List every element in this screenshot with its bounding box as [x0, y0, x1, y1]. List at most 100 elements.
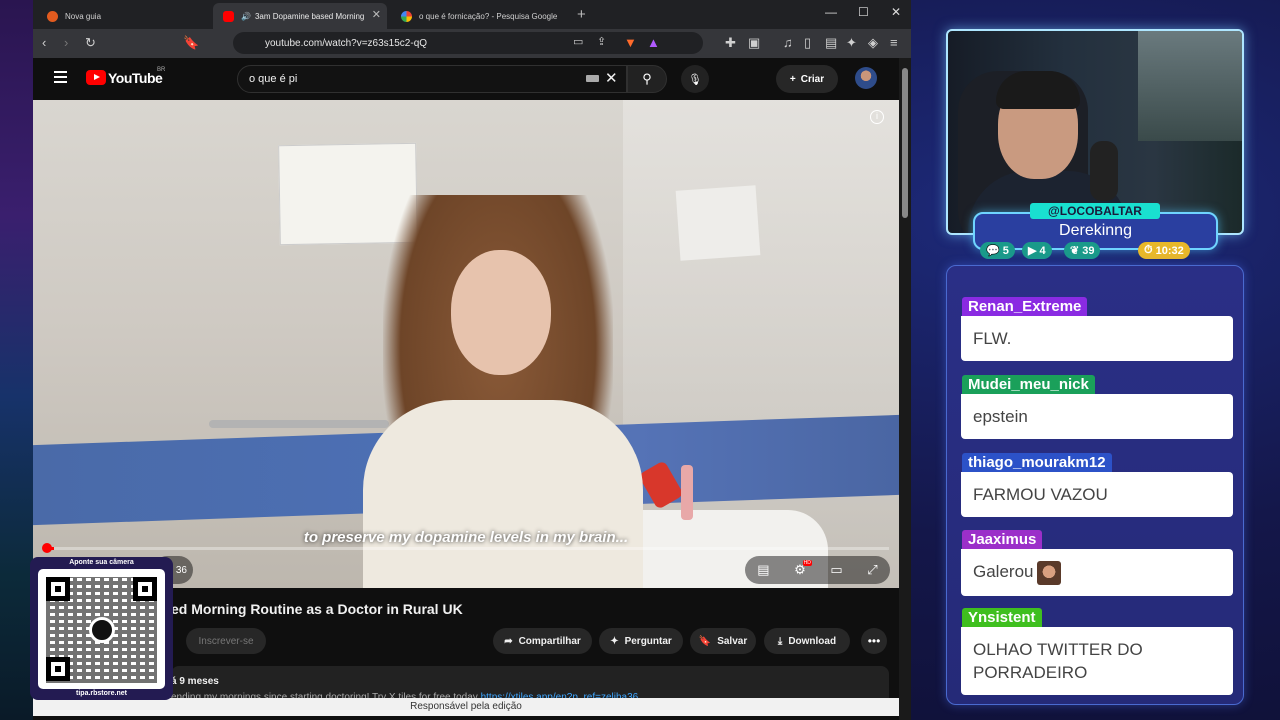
new-tab-icon[interactable]: +: [577, 6, 586, 23]
share-button[interactable]: ➦ Compartilhar: [493, 628, 592, 654]
video-frame-paper: [675, 185, 761, 261]
cam-microphone: [1090, 141, 1118, 201]
qr-code: [38, 569, 165, 689]
cam-hair: [996, 71, 1080, 109]
share-icon[interactable]: ⇪: [597, 35, 606, 48]
browser-toolbar: ‹ › ↻ 🔖 youtube.com/watch?v=z63s15c2-qQ …: [33, 29, 911, 58]
rewards-icon[interactable]: ▲: [647, 35, 660, 50]
microphone-icon: 🎙: [688, 73, 702, 86]
chat-count-badge: 💬 5: [980, 242, 1015, 259]
chat-count: 5: [1002, 244, 1009, 257]
search-input[interactable]: o que é pi: [237, 65, 627, 93]
close-window-icon[interactable]: ✕: [891, 5, 901, 19]
scrollbar[interactable]: [899, 58, 911, 720]
stream-time-badge: ⏱ 10:32: [1138, 242, 1190, 259]
forward-icon[interactable]: ›: [64, 35, 68, 50]
chat-message: OLHAO TWITTER DO PORRADEIRO: [961, 627, 1233, 695]
chat-message: Galerou: [961, 549, 1233, 596]
scroll-thumb[interactable]: [902, 68, 908, 218]
video-count-badge: ▶ 4: [1022, 242, 1052, 259]
qr-finder: [46, 577, 70, 601]
clear-search-icon[interactable]: ✕: [605, 69, 618, 87]
settings-icon[interactable]: ⚙ HD: [794, 560, 812, 578]
stream-time: 10:32: [1155, 244, 1184, 257]
video-subtitle: to preserve my dopamine levels in my bra…: [303, 529, 629, 546]
tab-google[interactable]: o que é fornicação? - Pesquisa Google: [391, 3, 571, 29]
create-button[interactable]: + Criar: [776, 65, 838, 93]
emote-icon: [1037, 560, 1062, 585]
video-frame-tube: [681, 465, 693, 520]
video-frame-person-body: [363, 400, 643, 588]
fullscreen-icon[interactable]: ⤢: [867, 562, 877, 578]
download-button[interactable]: ⤓ Download: [764, 628, 850, 654]
search-button[interactable]: ⚲: [627, 65, 667, 93]
video-frame-person-face: [451, 250, 551, 375]
followers-badge: ❦ 39: [1064, 242, 1101, 259]
hamburger-menu-icon[interactable]: [54, 71, 67, 86]
voice-search-button[interactable]: 🎙: [681, 65, 709, 93]
chat-message-text: Galerou: [973, 562, 1034, 581]
cast-icon[interactable]: ▭: [573, 35, 583, 48]
search-value: o que é pi: [249, 73, 298, 85]
chat-message: FLW.: [961, 316, 1233, 361]
chat-message: FARMOU VAZOU: [961, 472, 1233, 517]
progress-scrubber[interactable]: [42, 543, 52, 553]
share-arrow-icon: ➦: [504, 635, 513, 647]
back-icon[interactable]: ‹: [42, 35, 46, 50]
video-player[interactable]: i to preserve my dopamine levels in my b…: [33, 100, 899, 588]
youtube-logo-icon[interactable]: [86, 70, 106, 85]
keyboard-icon[interactable]: [586, 75, 599, 82]
bookmark-icon[interactable]: 🔖: [183, 35, 199, 51]
time-text: 36: [175, 564, 187, 576]
close-tab-icon[interactable]: ✕: [372, 8, 381, 21]
followers-count: 39: [1082, 244, 1095, 257]
ask-label: Perguntar: [624, 635, 672, 647]
leo-icon[interactable]: ✦: [846, 35, 857, 51]
video-frame-rail: [209, 420, 389, 428]
sidebar-icon[interactable]: ▯: [804, 35, 811, 51]
theater-mode-icon[interactable]: ▭: [830, 562, 842, 578]
chat-message: epstein: [961, 394, 1233, 439]
more-actions-button[interactable]: •••: [861, 628, 887, 654]
country-code: BR: [157, 67, 166, 73]
qr-logo-icon: [89, 617, 115, 643]
captions-icon[interactable]: ▤: [757, 562, 769, 578]
brave-shields-icon[interactable]: ▼: [624, 35, 637, 50]
create-label: Criar: [800, 73, 825, 85]
avatar[interactable]: [855, 67, 877, 89]
screenshot-icon[interactable]: ▣: [748, 35, 760, 51]
menu-icon[interactable]: ≡: [890, 35, 898, 50]
youtube-logo-text[interactable]: YouTube: [108, 70, 163, 86]
tab-bar: Nova guia 🔊 3am Dopamine based Morning R…: [33, 0, 911, 29]
chat-icon: 💬: [986, 245, 1000, 257]
speaker-icon: 🔊: [241, 11, 251, 21]
minimize-icon[interactable]: —: [825, 5, 837, 19]
followers-icon: ❦: [1070, 245, 1080, 257]
video-count: 4: [1039, 244, 1046, 257]
video-icon: ▶: [1028, 245, 1037, 257]
qr-card: Aponte sua câmera tipa.rbstore.net: [30, 557, 173, 700]
video-title: ed Morning Routine as a Doctor in Rural …: [171, 601, 463, 617]
qr-top-label: Aponte sua câmera: [69, 559, 134, 566]
music-icon[interactable]: ♫: [783, 35, 793, 50]
reload-icon[interactable]: ↻: [85, 35, 96, 51]
progress-bar[interactable]: [46, 547, 889, 550]
tab-youtube[interactable]: 🔊 3am Dopamine based Morning Ro ✕: [213, 3, 387, 29]
search-icon: ⚲: [642, 71, 652, 86]
save-button[interactable]: 🔖 Salvar: [690, 628, 756, 654]
vpn-icon[interactable]: ◈: [868, 35, 878, 51]
maximize-icon[interactable]: ☐: [858, 5, 869, 19]
url-text: youtube.com/watch?v=z63s15c2-qQ: [265, 37, 428, 49]
cam-window: [1138, 31, 1242, 141]
tab-label: Nova guia: [65, 11, 102, 21]
wallet-icon[interactable]: ▤: [825, 35, 837, 51]
tab-new[interactable]: Nova guia: [37, 3, 211, 29]
extensions-icon[interactable]: ✚: [725, 35, 736, 51]
info-icon[interactable]: i: [870, 110, 884, 124]
hd-badge: HD: [802, 560, 812, 566]
subscribe-button[interactable]: Inscrever-se: [186, 628, 266, 654]
brave-icon: [47, 10, 58, 22]
qr-bottom-label: tipa.rbstore.net: [76, 690, 127, 697]
ask-button[interactable]: ✦ Perguntar: [599, 628, 683, 654]
youtube-favicon-icon: [223, 10, 234, 22]
